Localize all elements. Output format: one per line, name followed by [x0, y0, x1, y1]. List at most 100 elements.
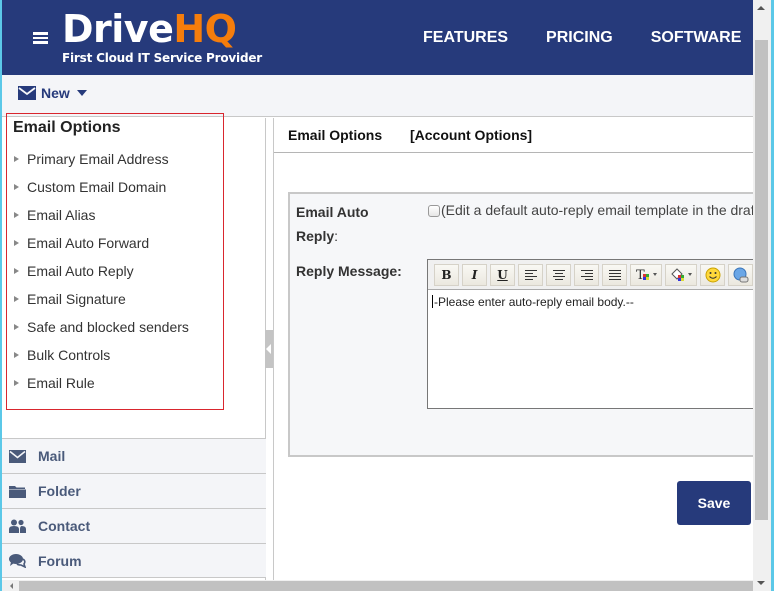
options-tabs: Email Options [Account Options]: [274, 118, 753, 153]
auto-reply-checkbox[interactable]: [428, 205, 440, 217]
smiley-icon: [705, 267, 720, 282]
auto-reply-label-line2: Reply: [296, 228, 335, 244]
sidebar-app-nav: Mail Folder Contact Forum: [2, 438, 266, 578]
logo-drive-text: Drive: [62, 7, 174, 51]
font-color-dropdown[interactable]: T: [630, 263, 662, 286]
option-email-auto-reply[interactable]: Email Auto Reply: [7, 257, 189, 285]
italic-button[interactable]: I: [462, 263, 487, 286]
collapse-sidebar-handle[interactable]: [265, 330, 273, 368]
globe-link-icon: [733, 267, 748, 282]
sidebar-item-forum[interactable]: Forum: [2, 543, 266, 578]
align-left-icon: [524, 269, 537, 280]
sidebar-item-mail[interactable]: Mail: [2, 438, 266, 473]
align-center-button[interactable]: [546, 263, 571, 286]
top-nav: FEATURES PRICING SOFTWARE D: [423, 29, 774, 47]
editor-toolbar: B I U T: [428, 260, 767, 290]
option-email-signature[interactable]: Email Signature: [7, 285, 189, 313]
horizontal-scroll-thumb[interactable]: [19, 581, 753, 591]
vertical-scrollbar[interactable]: [753, 0, 771, 591]
reply-message-editor: B I U T -Please enter auto-reply email b…: [427, 259, 767, 409]
reply-message-body[interactable]: -Please enter auto-reply email body.--: [428, 290, 767, 314]
auto-reply-label-line1: Email Auto: [296, 204, 369, 220]
insert-link-button[interactable]: [728, 263, 753, 286]
email-options-title: Email Options: [13, 119, 121, 136]
bold-icon: B: [441, 267, 452, 282]
option-label: Bulk Controls: [27, 347, 111, 363]
nav-software[interactable]: SOFTWARE: [651, 29, 742, 47]
scroll-up-arrow-icon[interactable]: [757, 6, 765, 10]
triangle-right-icon: [14, 268, 19, 274]
bold-button[interactable]: B: [434, 263, 459, 286]
email-options-list: Primary Email Address Custom Email Domai…: [7, 145, 189, 397]
background-color-dropdown[interactable]: [665, 263, 697, 286]
top-header: DriveHQ First Cloud IT Service Provider …: [0, 0, 753, 75]
justify-icon: [608, 269, 621, 280]
triangle-right-icon: [14, 212, 19, 218]
save-button[interactable]: Save: [677, 481, 751, 525]
align-left-button[interactable]: [518, 263, 543, 286]
triangle-right-icon: [14, 324, 19, 330]
chevron-down-icon: [652, 273, 657, 276]
sidebar-item-label: Folder: [38, 483, 81, 499]
option-custom-email-domain[interactable]: Custom Email Domain: [7, 173, 189, 201]
auto-reply-hint: (Edit a default auto-reply email templat…: [441, 202, 755, 218]
nav-features[interactable]: FEATURES: [423, 29, 508, 47]
vertical-scroll-thumb[interactable]: [755, 40, 768, 520]
logo-tagline: First Cloud IT Service Provider: [62, 51, 262, 65]
option-label: Custom Email Domain: [27, 179, 167, 195]
nav-pricing[interactable]: PRICING: [546, 29, 613, 47]
sidebar-item-folder[interactable]: Folder: [2, 473, 266, 508]
scroll-left-arrow-icon[interactable]: [10, 583, 13, 589]
triangle-right-icon: [14, 184, 19, 190]
auto-reply-form: Email Auto Reply: (Edit a default auto-r…: [288, 192, 767, 457]
option-safe-blocked-senders[interactable]: Safe and blocked senders: [7, 313, 189, 341]
new-dropdown-button[interactable]: New: [18, 85, 87, 101]
envelope-icon: [8, 448, 26, 464]
tab-email-options[interactable]: Email Options: [288, 127, 382, 143]
sidebar: Email Options Primary Email Address Cust…: [2, 113, 266, 580]
align-right-button[interactable]: [574, 263, 599, 286]
option-email-auto-forward[interactable]: Email Auto Forward: [7, 229, 189, 257]
chevron-down-icon: [688, 273, 692, 276]
fill-color-icon: [671, 267, 684, 281]
justify-button[interactable]: [602, 263, 627, 286]
reply-message-label: Reply Message:: [296, 263, 402, 279]
option-label: Primary Email Address: [27, 151, 169, 167]
option-label: Safe and blocked senders: [27, 319, 189, 335]
triangle-right-icon: [14, 352, 19, 358]
hamburger-menu-icon[interactable]: [33, 32, 48, 44]
triangle-right-icon: [14, 156, 19, 162]
triangle-right-icon: [14, 380, 19, 386]
triangle-right-icon: [14, 240, 19, 246]
label-colon: :: [334, 228, 339, 244]
drivehq-email-options-page: DriveHQ First Cloud IT Service Provider …: [0, 0, 774, 591]
horizontal-scrollbar[interactable]: [2, 580, 753, 591]
option-email-rule[interactable]: Email Rule: [7, 369, 189, 397]
drivehq-logo[interactable]: DriveHQ First Cloud IT Service Provider: [62, 8, 262, 65]
italic-icon: I: [471, 267, 478, 282]
auto-reply-label: Email Auto Reply:: [296, 200, 369, 248]
tab-account-options[interactable]: [Account Options]: [410, 127, 532, 143]
sidebar-item-contact[interactable]: Contact: [2, 508, 266, 543]
sidebar-item-label: Mail: [38, 448, 66, 464]
chevron-down-icon: [76, 90, 87, 96]
option-email-alias[interactable]: Email Alias: [7, 201, 189, 229]
chat-bubbles-icon: [8, 553, 26, 569]
main-content: Email Options [Account Options] Email Au…: [274, 118, 767, 580]
option-label: Email Signature: [27, 291, 126, 307]
option-label: Email Alias: [27, 207, 96, 223]
option-bulk-controls[interactable]: Bulk Controls: [7, 341, 189, 369]
scroll-down-arrow-icon[interactable]: [757, 581, 765, 585]
window-edge-left: [0, 0, 2, 591]
option-primary-email-address[interactable]: Primary Email Address: [7, 145, 189, 173]
editor-placeholder-text: -Please enter auto-reply email body.--: [434, 295, 634, 309]
envelope-icon: [18, 86, 36, 100]
new-label: New: [41, 85, 70, 101]
emoticon-button[interactable]: [700, 263, 725, 286]
logo-hq-text: HQ: [173, 7, 237, 51]
sidebar-item-label: Contact: [38, 518, 91, 534]
align-right-icon: [580, 269, 593, 280]
underline-button[interactable]: U: [490, 263, 515, 286]
option-label: Email Auto Forward: [27, 235, 150, 251]
folder-icon: [8, 483, 26, 499]
